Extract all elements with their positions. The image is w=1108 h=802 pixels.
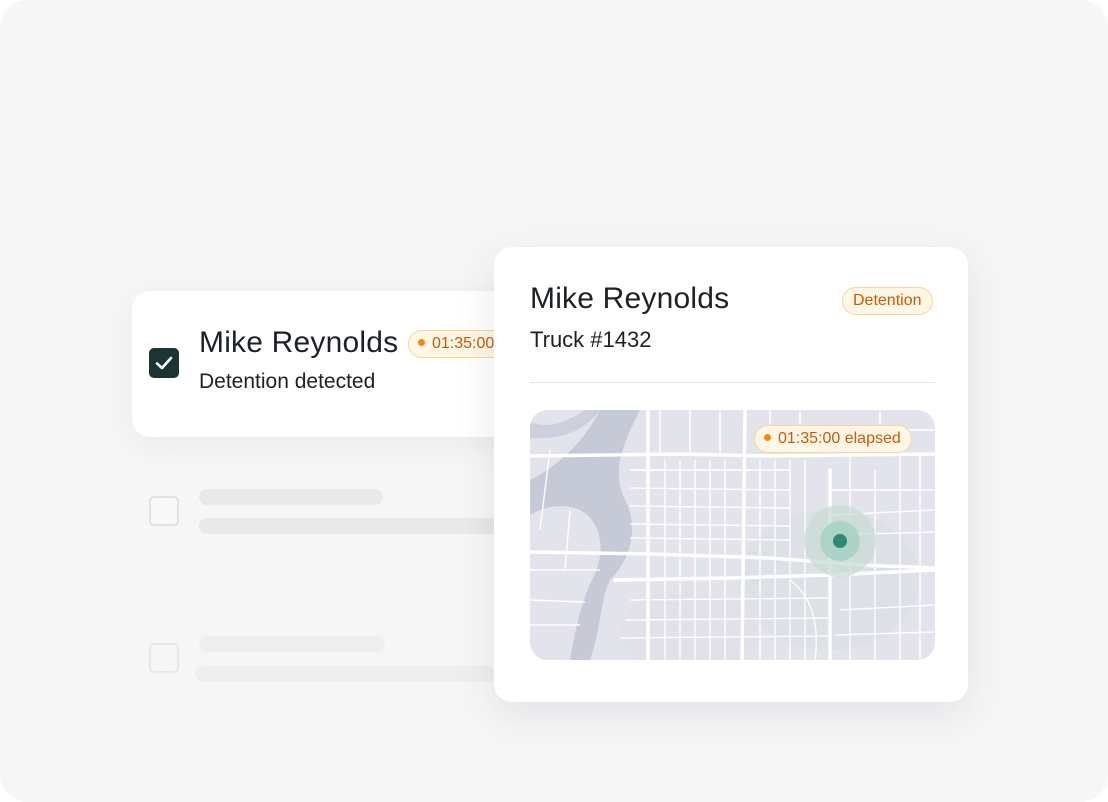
canvas: Mike Reynolds Detention detected 01:35:0… (0, 0, 1108, 802)
detail-driver-name: Mike Reynolds (530, 282, 730, 315)
checkbox-unchecked[interactable] (149, 496, 179, 526)
skeleton-line (199, 518, 499, 534)
elapsed-text: 01:35:00 elapsed (778, 430, 901, 447)
list-item-name: Mike Reynolds (199, 326, 399, 359)
timer-text: 01:35:00 (432, 335, 495, 352)
skeleton-line (195, 666, 495, 682)
checkbox-checked[interactable] (149, 348, 179, 378)
checkbox-unchecked[interactable] (149, 643, 179, 673)
elapsed-badge: 01:35:00 elapsed (754, 425, 912, 453)
location-dot-icon[interactable] (833, 534, 847, 548)
divider (530, 382, 935, 383)
status-badge: Detention (842, 287, 933, 315)
skeleton-line (199, 636, 385, 652)
skeleton-line (199, 489, 383, 505)
status-dot-icon (764, 434, 771, 442)
status-dot-icon (418, 339, 425, 347)
check-icon (155, 356, 173, 370)
detail-truck-number: Truck #1432 (530, 327, 652, 352)
list-item-subtitle: Detention detected (199, 370, 376, 393)
map-view[interactable]: 01:35:00 elapsed (530, 410, 935, 660)
list-item-selected[interactable] (132, 291, 552, 437)
